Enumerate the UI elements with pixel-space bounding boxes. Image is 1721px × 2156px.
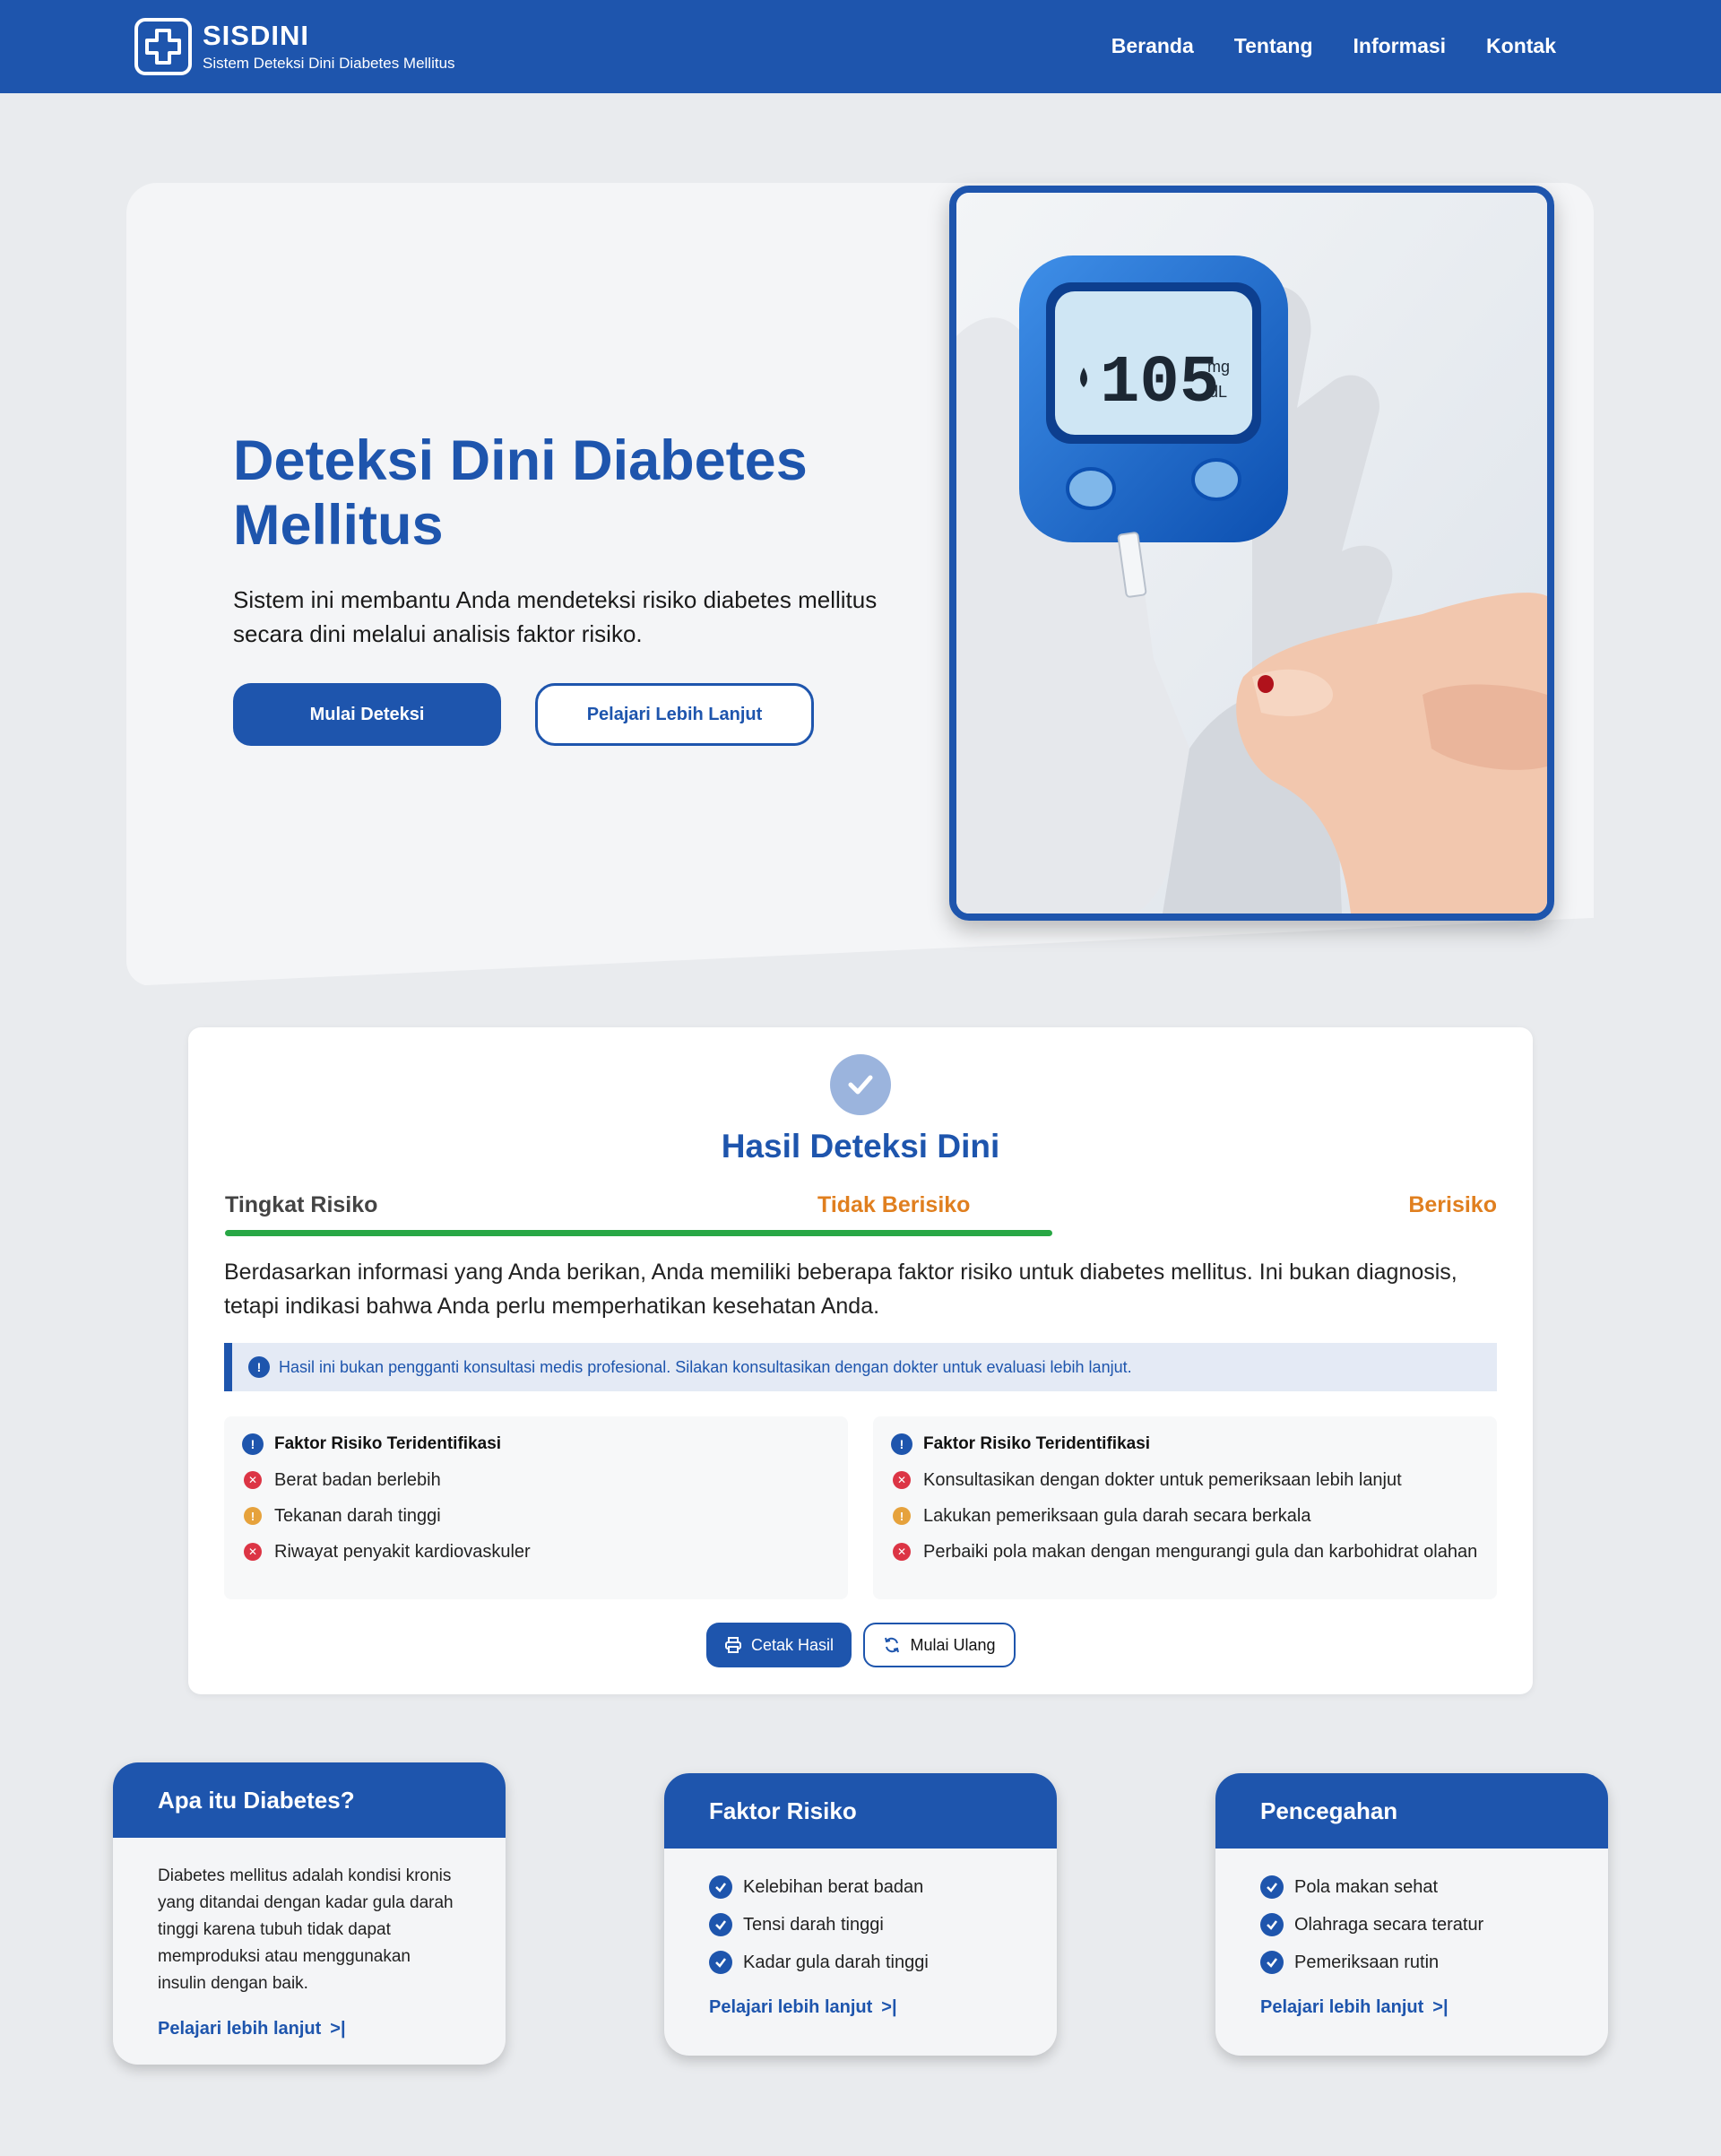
list-item: Kelebihan berat badan: [709, 1874, 1012, 1901]
svg-text:dL: dL: [1209, 383, 1227, 401]
brand-name: SISDINI: [203, 20, 309, 51]
check-icon: [1260, 1875, 1284, 1899]
risk-safe-label: Tidak Berisiko: [817, 1192, 971, 1217]
navbar: SISDINI Sistem Deteksi Dini Diabetes Mel…: [0, 0, 1721, 93]
factor-heading: Faktor Risiko Teridentifikasi: [923, 1434, 1151, 1453]
learn-more-link[interactable]: Pelajari lebih lanjut >|: [1260, 1997, 1563, 2018]
list-item: Olahraga secara teratur: [1260, 1911, 1563, 1938]
glucose-meter-image: 105 mg dL: [949, 186, 1554, 921]
list-item: ! Tekanan darah tinggi: [242, 1504, 830, 1528]
refresh-icon: [885, 1637, 900, 1653]
nav-link-kontak[interactable]: Kontak: [1486, 30, 1556, 61]
list-item: Pola makan sehat: [1260, 1874, 1563, 1901]
alert-text: Hasil ini bukan pengganti konsultasi med…: [279, 1357, 1132, 1376]
hero-title: Deteksi Dini Diabetes Mellitus: [233, 429, 808, 557]
info-card-risk-factors: Faktor Risiko Kelebihan berat badan Tens…: [664, 1773, 1057, 2056]
learn-more-link[interactable]: Pelajari lebih lanjut >|: [709, 1997, 1012, 2018]
nav-link-informasi[interactable]: Informasi: [1353, 30, 1447, 61]
nav-link-beranda[interactable]: Beranda: [1111, 30, 1194, 61]
print-result-button[interactable]: Cetak Hasil: [706, 1623, 852, 1667]
list-item: ✕ Riwayat penyakit kardiovaskuler: [242, 1540, 830, 1563]
glucose-reading: 105: [1100, 346, 1219, 421]
risk-factors-box: ! Faktor Risiko Teridentifikasi ✕ Berat …: [224, 1416, 848, 1599]
check-icon: [709, 1913, 732, 1936]
x-icon: ✕: [893, 1543, 911, 1561]
x-icon: ✕: [244, 1471, 262, 1489]
brand-subtitle: Sistem Deteksi Dini Diabetes Mellitus: [203, 55, 455, 72]
list-item: ✕ Perbaiki pola makan dengan mengurangi …: [891, 1540, 1479, 1563]
risk-level-label: Tingkat Risiko: [225, 1192, 378, 1217]
nav-link-tentang[interactable]: Tentang: [1234, 30, 1313, 61]
learn-more-link[interactable]: Pelajari lebih lanjut >|: [158, 2019, 461, 2039]
detection-result-card: Hasil Deteksi Dini Tingkat Risiko Tidak …: [188, 1027, 1533, 1694]
list-item: ! Lakukan pemeriksaan gula darah secara …: [891, 1504, 1479, 1528]
list-item: ✕ Konsultasikan dengan dokter untuk peme…: [891, 1468, 1479, 1492]
list-item: Pemeriksaan rutin: [1260, 1949, 1563, 1976]
disclaimer-alert: ! Hasil ini bukan pengganti konsultasi m…: [224, 1343, 1497, 1391]
arrow-right-icon: >|: [881, 1997, 897, 2017]
list-item: ✕ Berat badan berlebih: [242, 1468, 830, 1492]
result-title: Hasil Deteksi Dini: [721, 1128, 1000, 1165]
printer-icon: [724, 1637, 741, 1653]
x-icon: ✕: [244, 1543, 262, 1561]
check-icon: [830, 1054, 891, 1115]
result-description: Berdasarkan informasi yang Anda berikan,…: [224, 1260, 1457, 1319]
arrow-right-icon: >|: [1432, 1997, 1449, 2017]
info-card-title: Apa itu Diabetes?: [113, 1762, 506, 1838]
info-icon: !: [242, 1433, 264, 1455]
nav-menu: Beranda Tentang Informasi Kontak: [1071, 30, 1556, 61]
recommendations-box: ! Faktor Risiko Teridentifikasi ✕ Konsul…: [873, 1416, 1497, 1599]
check-icon: [1260, 1951, 1284, 1974]
info-card-about-diabetes: Apa itu Diabetes? Diabetes mellitus adal…: [113, 1762, 506, 2065]
info-card-text: Diabetes mellitus adalah kondisi kronis …: [158, 1866, 454, 1993]
factor-heading: Faktor Risiko Teridentifikasi: [274, 1434, 502, 1453]
info-icon: !: [248, 1356, 270, 1378]
arrow-right-icon: >|: [330, 2019, 346, 2039]
warning-icon: !: [244, 1507, 262, 1525]
check-icon: [709, 1875, 732, 1899]
risk-level-bar: [225, 1230, 1052, 1236]
info-card-title: Pencegahan: [1215, 1773, 1608, 1849]
medical-cross-icon: [134, 18, 192, 75]
risk-danger-label: Berisiko: [1408, 1192, 1497, 1217]
info-icon: !: [891, 1433, 912, 1455]
warning-icon: !: [893, 1507, 911, 1525]
info-card-title: Faktor Risiko: [664, 1773, 1057, 1849]
restart-button[interactable]: Mulai Ulang: [863, 1623, 1016, 1667]
hero-description: Sistem ini membantu Anda mendeteksi risi…: [233, 586, 878, 647]
learn-more-button[interactable]: Pelajari Lebih Lanjut: [535, 683, 814, 746]
svg-text:mg: mg: [1207, 358, 1230, 376]
info-card-prevention: Pencegahan Pola makan sehat Olahraga sec…: [1215, 1773, 1608, 2056]
start-detection-button[interactable]: Mulai Deteksi: [233, 683, 501, 746]
list-item: Kadar gula darah tinggi: [709, 1949, 1012, 1976]
check-icon: [1260, 1913, 1284, 1936]
check-icon: [709, 1951, 732, 1974]
brand[interactable]: SISDINI Sistem Deteksi Dini Diabetes Mel…: [134, 18, 455, 75]
x-icon: ✕: [893, 1471, 911, 1489]
list-item: Tensi darah tinggi: [709, 1911, 1012, 1938]
